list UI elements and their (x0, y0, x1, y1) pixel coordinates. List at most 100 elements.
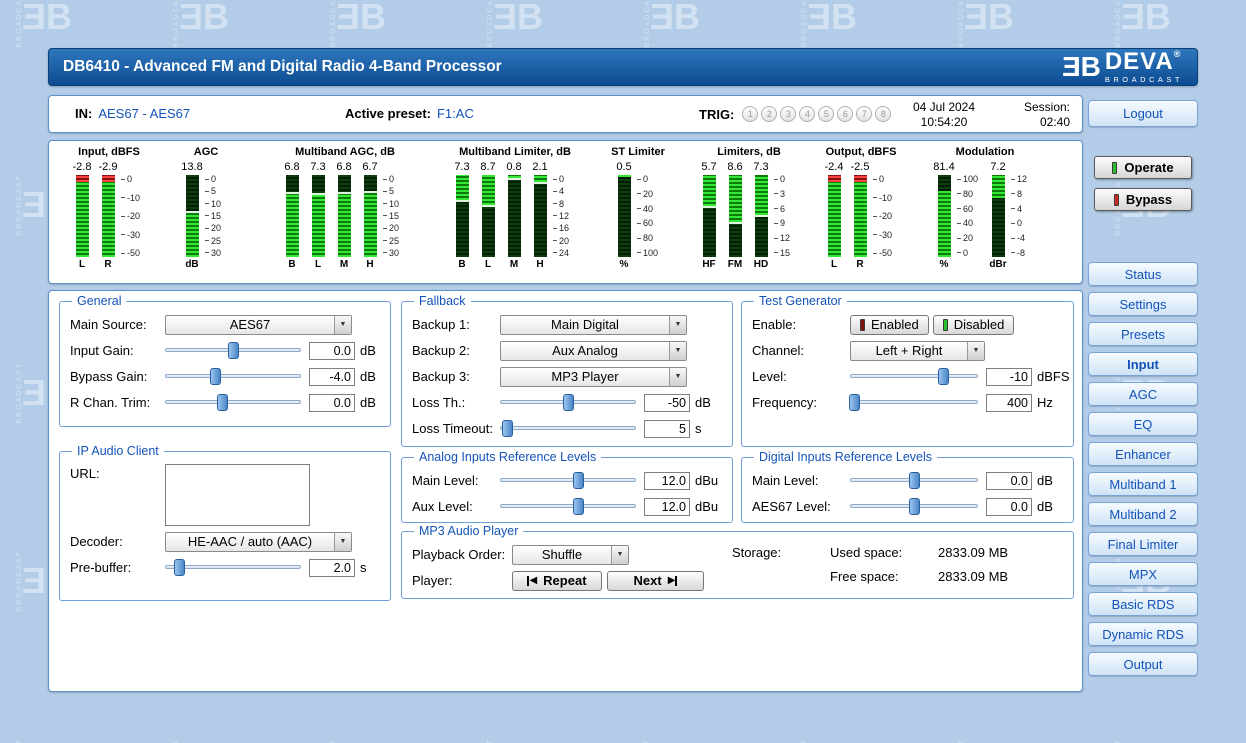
sidebar-item-input[interactable]: Input (1088, 352, 1198, 376)
loss-th-value[interactable] (644, 394, 690, 412)
loss-th-slider[interactable] (500, 394, 636, 411)
slider-thumb[interactable] (909, 498, 920, 515)
level-slider[interactable] (850, 368, 978, 385)
loss-timeout-slider[interactable] (500, 420, 636, 437)
meter-value: 7.2 (990, 161, 1005, 175)
meters-panel: Input, dBFS-2.8L-2.9R0-10-20-30-50AGC13.… (48, 140, 1083, 284)
sidebar-item-settings[interactable]: Settings (1088, 292, 1198, 316)
slider-thumb[interactable] (217, 394, 228, 411)
input-gain-slider[interactable] (165, 342, 301, 359)
slider-track (500, 478, 636, 482)
trig-button-1[interactable]: 1 (742, 106, 758, 122)
next-button[interactable]: Next ▶ (607, 571, 704, 591)
sidebar-item-multiband-1[interactable]: Multiband 1 (1088, 472, 1198, 496)
sidebar-item-dynamic-rds[interactable]: Dynamic RDS (1088, 622, 1198, 646)
trig-button-3[interactable]: 3 (780, 106, 796, 122)
r-chan-trim-value[interactable] (309, 394, 355, 412)
slider-thumb[interactable] (174, 559, 185, 576)
trig-button-7[interactable]: 7 (856, 106, 872, 122)
level-value[interactable] (986, 368, 1032, 386)
pre-buffer-slider[interactable] (165, 559, 301, 576)
sidebar-item-eq[interactable]: EQ (1088, 412, 1198, 436)
trig-button-6[interactable]: 6 (837, 106, 853, 122)
meter-scale: 0-10-20-30-50 (873, 175, 892, 257)
meter-group-input-dbfs: Input, dBFS-2.8L-2.9R0-10-20-30-50 (69, 146, 149, 271)
main-source-select[interactable]: AES67 ▼ (165, 315, 352, 335)
meter-value: -2.9 (99, 161, 118, 175)
meter-title: Output, dBFS (821, 146, 901, 161)
aux-level-value[interactable] (644, 498, 690, 516)
bypass-label: Bypass (1126, 192, 1172, 207)
test-generator-disabled-button[interactable]: Disabled (933, 315, 1015, 335)
sidebar-item-multiband-2[interactable]: Multiband 2 (1088, 502, 1198, 526)
input-source-value: AES67 - AES67 (98, 106, 190, 121)
sidebar-item-final-limiter[interactable]: Final Limiter (1088, 532, 1198, 556)
slider-thumb[interactable] (502, 420, 513, 437)
r-chan-trim-slider[interactable] (165, 394, 301, 411)
meter-bar-label: FM (728, 257, 742, 271)
frequency-value[interactable] (986, 394, 1032, 412)
slider-thumb[interactable] (573, 472, 584, 489)
url-input[interactable] (165, 464, 310, 526)
slider-track (850, 374, 978, 378)
bypass-gain-value[interactable] (309, 368, 355, 386)
trig-button-4[interactable]: 4 (799, 106, 815, 122)
aux-level-unit: dBu (695, 499, 718, 514)
meter-group-output-dbfs: Output, dBFS-2.4L-2.5R0-10-20-30-50 (821, 146, 901, 271)
bypass-gain-slider[interactable] (165, 368, 301, 385)
meter-value: 2.1 (532, 161, 547, 175)
frequency-slider[interactable] (850, 394, 978, 411)
meter-bar-label: L (831, 257, 837, 271)
meter-value: 7.3 (454, 161, 469, 175)
trig-button-5[interactable]: 5 (818, 106, 834, 122)
aes67-level-value[interactable] (986, 498, 1032, 516)
sidebar-item-output[interactable]: Output (1088, 652, 1198, 676)
analog-main-level-value[interactable] (644, 472, 690, 490)
slider-thumb[interactable] (938, 368, 949, 385)
slider-thumb[interactable] (849, 394, 860, 411)
meter-bar-r (854, 175, 867, 257)
digital-main-level-slider[interactable] (850, 472, 978, 489)
playback-order-select[interactable]: Shuffle ▼ (512, 545, 629, 565)
free-space-label: Free space: (830, 569, 938, 584)
aes67-level-unit: dB (1037, 499, 1053, 514)
chevron-down-icon: ▼ (334, 316, 351, 334)
sidebar-item-mpx[interactable]: MPX (1088, 562, 1198, 586)
analog-main-level-slider[interactable] (500, 472, 636, 489)
sidebar-item-status[interactable]: Status (1088, 262, 1198, 286)
digital-main-level-value[interactable] (986, 472, 1032, 490)
bypass-button[interactable]: Bypass (1094, 188, 1192, 211)
selected-value: Main Digital (501, 317, 669, 332)
digital-main-level-label: Main Level: (752, 473, 850, 488)
sidebar-item-presets[interactable]: Presets (1088, 322, 1198, 346)
meter-bar-label: dB (185, 257, 198, 271)
test-generator-enabled-button[interactable]: Enabled (850, 315, 929, 335)
pre-buffer-value[interactable] (309, 559, 355, 577)
loss-timeout-value[interactable] (644, 420, 690, 438)
repeat-button[interactable]: ◀ Repeat (512, 571, 602, 591)
slider-thumb[interactable] (210, 368, 221, 385)
main-panel: General Main Source: AES67 ▼ Input Gain:… (48, 290, 1083, 692)
trig-button-8[interactable]: 8 (875, 106, 891, 122)
slider-thumb[interactable] (573, 498, 584, 515)
logout-button[interactable]: Logout (1088, 100, 1198, 127)
aux-level-slider[interactable] (500, 498, 636, 515)
trig-button-2[interactable]: 2 (761, 106, 777, 122)
slider-thumb[interactable] (228, 342, 239, 359)
slider-thumb[interactable] (563, 394, 574, 411)
slider-thumb[interactable] (909, 472, 920, 489)
decoder-select[interactable]: HE-AAC / auto (AAC) ▼ (165, 532, 352, 552)
selected-value: Left + Right (851, 343, 967, 358)
operate-button[interactable]: Operate (1094, 156, 1192, 179)
backup2-select[interactable]: Aux Analog ▼ (500, 341, 687, 361)
input-gain-value[interactable] (309, 342, 355, 360)
backup3-select[interactable]: MP3 Player ▼ (500, 367, 687, 387)
aes67-level-label: AES67 Level: (752, 499, 850, 514)
aes67-level-slider[interactable] (850, 498, 978, 515)
sidebar-item-agc[interactable]: AGC (1088, 382, 1198, 406)
meter-value: 6.7 (362, 161, 377, 175)
channel-select[interactable]: Left + Right ▼ (850, 341, 985, 361)
backup1-select[interactable]: Main Digital ▼ (500, 315, 687, 335)
sidebar-item-basic-rds[interactable]: Basic RDS (1088, 592, 1198, 616)
sidebar-item-enhancer[interactable]: Enhancer (1088, 442, 1198, 466)
